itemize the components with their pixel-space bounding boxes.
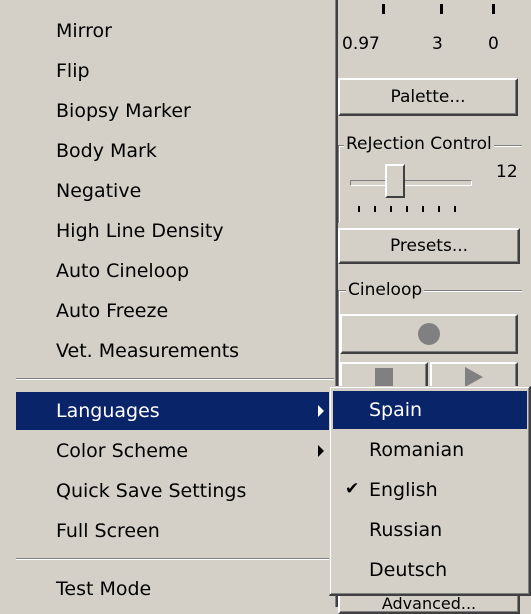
slider-tick <box>374 206 376 212</box>
slider-tick <box>454 206 456 212</box>
menu-item-flip[interactable]: Flip <box>16 52 334 90</box>
menu-item-color-scheme[interactable]: Color Scheme <box>16 432 334 470</box>
menu-separator <box>16 558 334 560</box>
rejection-slider-track[interactable] <box>350 180 472 186</box>
submenu-item-deutsch[interactable]: Deutsch <box>333 551 527 589</box>
palette-value-3: 0 <box>488 34 499 54</box>
palette-button[interactable]: Palette... <box>338 78 518 116</box>
menu-item-auto-cineloop[interactable]: Auto Cineloop <box>16 252 334 290</box>
menu-item-label: Full Screen <box>56 520 160 542</box>
menu-item-biopsy-marker[interactable]: Biopsy Marker <box>16 92 334 130</box>
palette-value-2: 3 <box>432 34 443 54</box>
menu-item-body-mark[interactable]: Body Mark <box>16 132 334 170</box>
submenu-item-label: Romanian <box>369 439 465 461</box>
menu-item-negative[interactable]: Negative <box>16 172 334 210</box>
submenu-item-romanian[interactable]: Romanian <box>333 431 527 469</box>
slider-tick <box>358 206 360 212</box>
submenu-arrow-icon <box>318 445 324 457</box>
menu-item-vet-measurements[interactable]: Vet. Measurements <box>16 332 334 370</box>
menu-item-languages[interactable]: Languages <box>16 392 334 430</box>
play-icon <box>465 367 483 387</box>
rejection-value: 12 <box>496 162 518 182</box>
scale-tick <box>492 4 495 14</box>
menu-item-label: Negative <box>56 180 142 202</box>
menu-item-label: Flip <box>56 60 90 82</box>
submenu-item-label: English <box>369 479 438 501</box>
cineloop-label: Cineloop <box>346 280 425 300</box>
menu-item-label: Body Mark <box>56 140 157 162</box>
slider-tick <box>438 206 440 212</box>
menu-item-label: Color Scheme <box>56 440 189 462</box>
slider-tick <box>422 206 424 212</box>
menu-item-label: High Line Density <box>56 220 224 242</box>
languages-submenu: Spain Romanian ✔ English Russian Deutsch <box>329 386 531 596</box>
submenu-item-english[interactable]: ✔ English <box>333 471 527 509</box>
menu-item-quick-save-settings[interactable]: Quick Save Settings <box>16 472 334 510</box>
cineloop-record-button[interactable] <box>340 314 518 354</box>
menu-item-label: Test Mode <box>56 578 152 600</box>
scale-tick <box>440 4 443 14</box>
slider-tick <box>390 206 392 212</box>
submenu-arrow-icon <box>318 405 324 417</box>
submenu-item-label: Spain <box>369 399 423 421</box>
palette-value-1: 0.97 <box>342 34 380 54</box>
menu-item-full-screen[interactable]: Full Screen <box>16 512 334 550</box>
submenu-item-russian[interactable]: Russian <box>333 511 527 549</box>
menu-item-label: Auto Freeze <box>56 300 169 322</box>
menu-item-mirror[interactable]: Mirror <box>16 12 334 50</box>
menu-item-label: Auto Cineloop <box>56 260 190 282</box>
menu-item-label: Biopsy Marker <box>56 100 191 122</box>
presets-button[interactable]: Presets... <box>338 228 520 264</box>
submenu-item-spain[interactable]: Spain <box>333 391 527 429</box>
context-menu: Mirror Flip Biopsy Marker Body Mark Nega… <box>0 0 338 607</box>
record-icon <box>418 323 440 345</box>
submenu-item-label: Deutsch <box>369 559 448 581</box>
menu-item-label: Languages <box>56 400 160 422</box>
rejection-control-label: ReJection Control <box>344 134 494 154</box>
menu-item-high-line-density[interactable]: High Line Density <box>16 212 334 250</box>
menu-item-label: Quick Save Settings <box>56 480 247 502</box>
menu-separator <box>16 378 334 380</box>
menu-item-auto-freeze[interactable]: Auto Freeze <box>16 292 334 330</box>
checkmark-icon: ✔ <box>345 479 360 499</box>
menu-item-label: Mirror <box>56 20 112 42</box>
stop-icon <box>375 368 393 386</box>
slider-tick <box>406 206 408 212</box>
scale-tick <box>382 4 385 14</box>
submenu-item-label: Russian <box>369 519 443 541</box>
menu-item-test-mode[interactable]: Test Mode <box>16 570 334 608</box>
rejection-slider-thumb[interactable] <box>385 164 405 198</box>
menu-item-label: Vet. Measurements <box>56 340 240 362</box>
